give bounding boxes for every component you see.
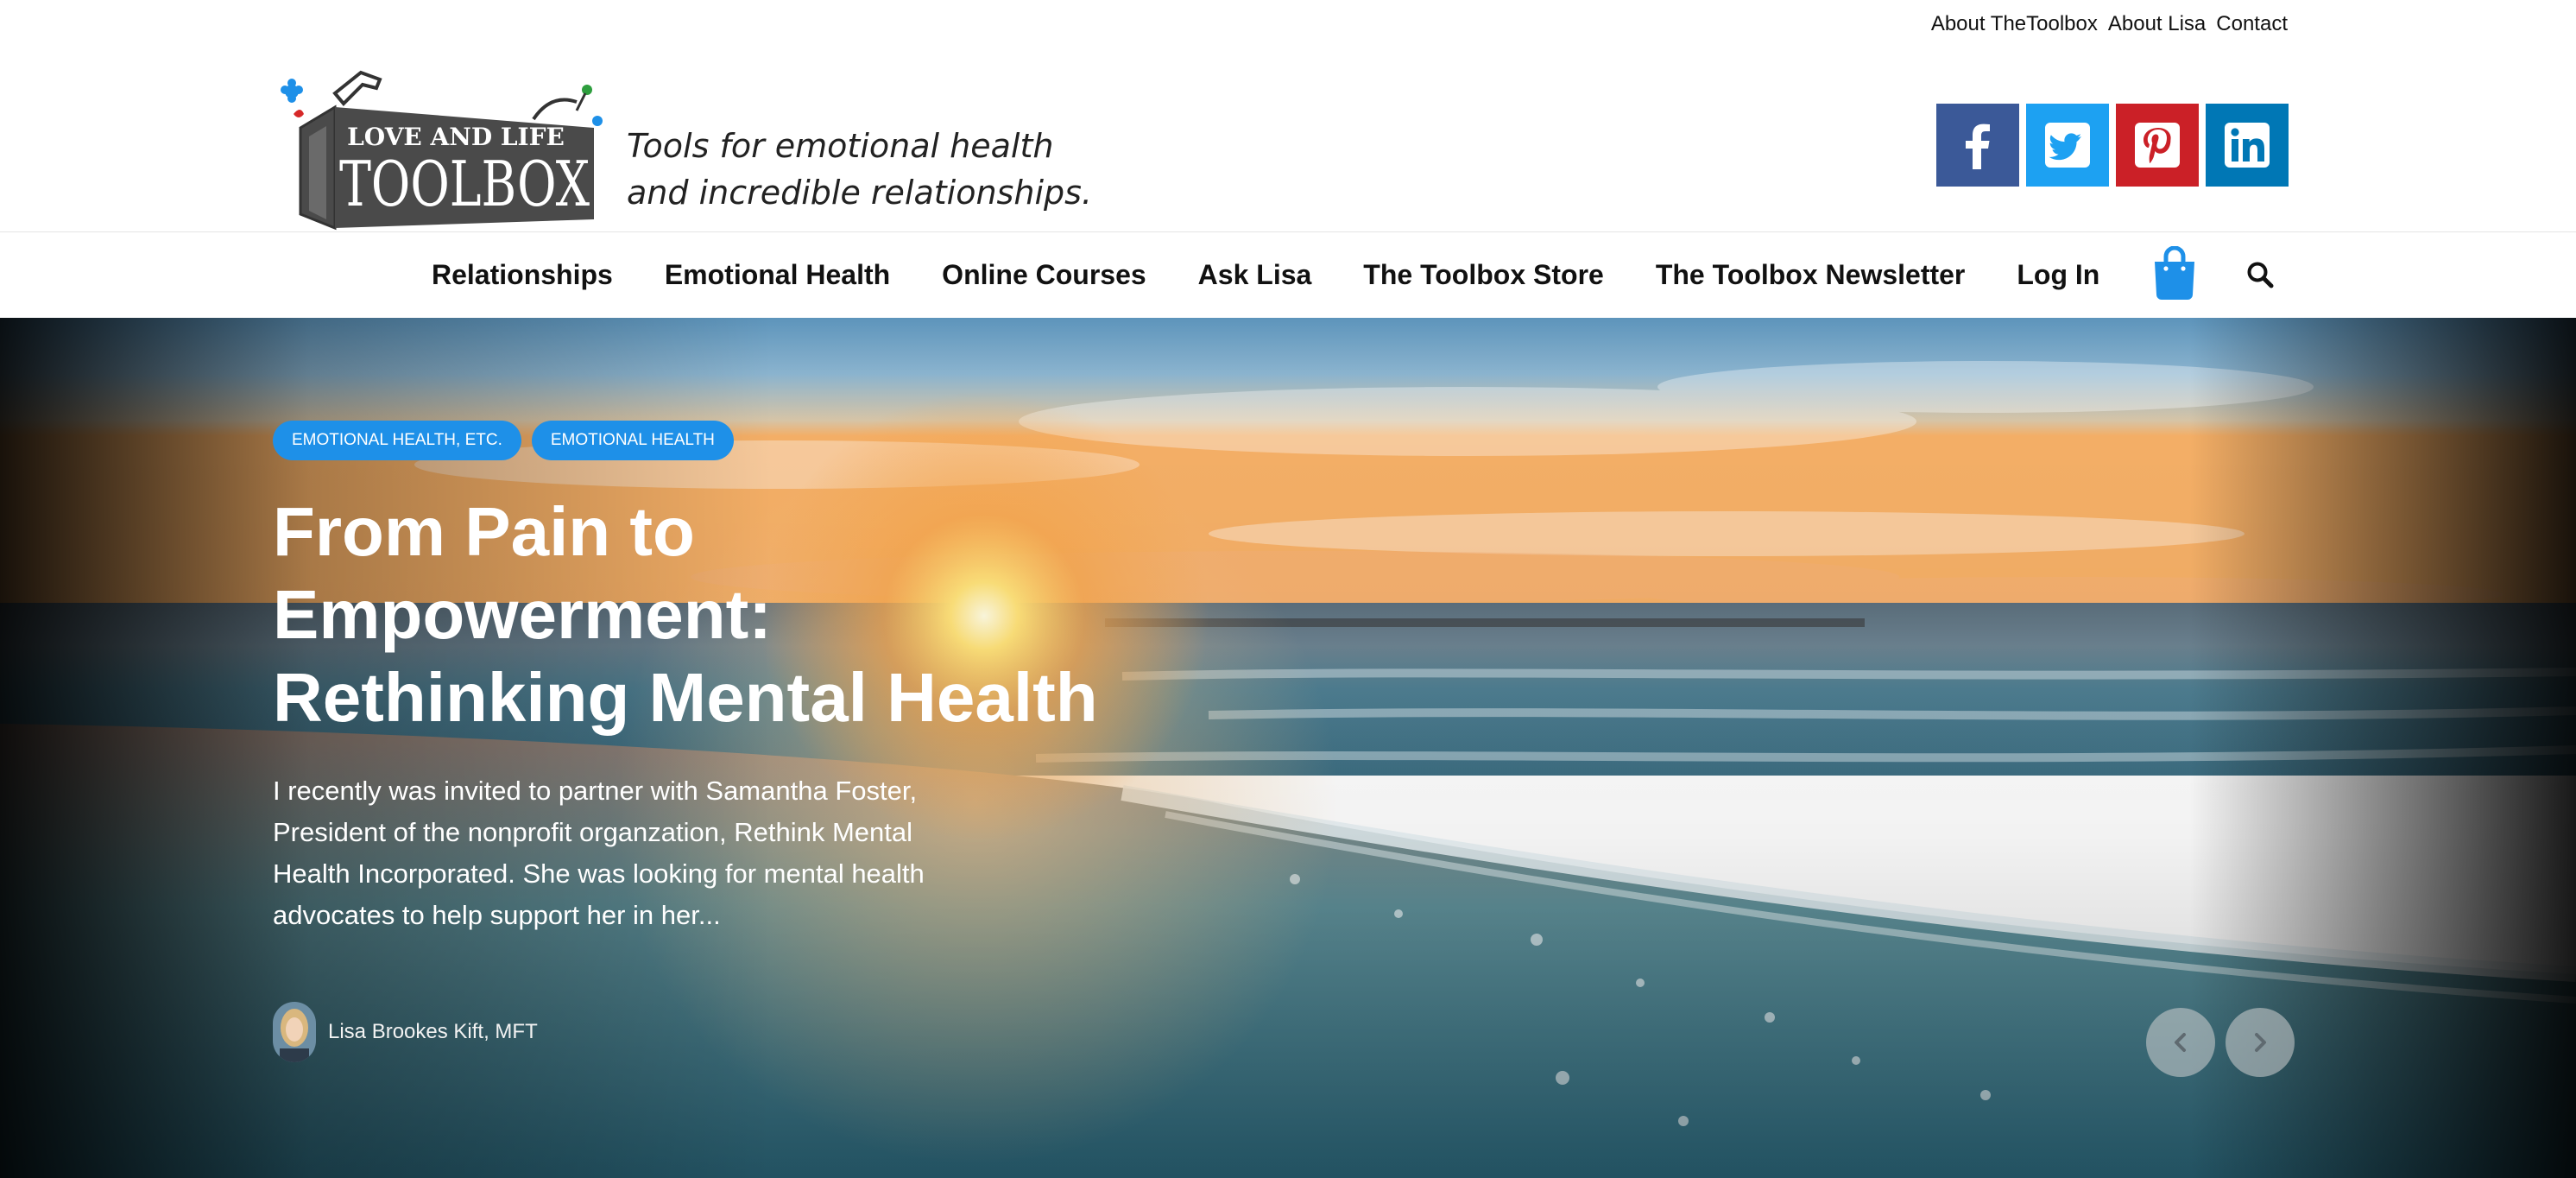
shopping-bag-icon[interactable] bbox=[2151, 245, 2198, 304]
slider-next-button[interactable] bbox=[2226, 1008, 2295, 1077]
post-title[interactable]: From Pain to Empowerment: Rethinking Men… bbox=[273, 491, 1102, 739]
tag-emotional-health[interactable]: EMOTIONAL HEALTH bbox=[531, 421, 734, 460]
post-author[interactable]: Lisa Brookes Kift, MFT bbox=[273, 1002, 538, 1062]
svg-text:TOOLBOX: TOOLBOX bbox=[339, 148, 590, 220]
pinterest-button[interactable] bbox=[2116, 104, 2199, 187]
main-navigation-bar: Relationships Emotional Health Online Co… bbox=[0, 231, 2576, 317]
site-tagline: Tools for emotional health and incredibl… bbox=[627, 123, 1092, 216]
nav-relationships[interactable]: Relationships bbox=[432, 259, 613, 291]
facebook-button[interactable] bbox=[1936, 104, 2019, 187]
chevron-right-icon bbox=[2255, 1033, 2266, 1052]
nav-emotional-health[interactable]: Emotional Health bbox=[665, 259, 890, 291]
facebook-icon bbox=[1966, 124, 1990, 169]
contact-link[interactable]: Contact bbox=[2216, 12, 2288, 36]
chevron-left-icon bbox=[2175, 1033, 2186, 1052]
twitter-button[interactable] bbox=[2026, 104, 2109, 187]
nav-ask-lisa[interactable]: Ask Lisa bbox=[1198, 259, 1312, 291]
nav-toolbox-store[interactable]: The Toolbox Store bbox=[1363, 259, 1604, 291]
main-nav: Relationships Emotional Health Online Co… bbox=[432, 232, 2274, 317]
pinterest-icon bbox=[2135, 123, 2180, 168]
linkedin-icon bbox=[2225, 123, 2270, 168]
nav-online-courses[interactable]: Online Courses bbox=[942, 259, 1146, 291]
search-icon[interactable] bbox=[2246, 261, 2274, 288]
author-avatar bbox=[273, 1002, 316, 1062]
about-lisa-link[interactable]: About Lisa bbox=[2108, 12, 2206, 36]
tag-emotional-health-etc[interactable]: EMOTIONAL HEALTH, ETC. bbox=[273, 421, 521, 460]
about-thetoolbox-link[interactable]: About TheToolbox bbox=[1931, 12, 2098, 36]
social-links bbox=[1936, 104, 2289, 187]
nav-toolbox-newsletter[interactable]: The Toolbox Newsletter bbox=[1656, 259, 1966, 291]
twitter-icon bbox=[2045, 123, 2090, 168]
post-excerpt: I recently was invited to partner with S… bbox=[273, 776, 925, 930]
nav-log-in[interactable]: Log In bbox=[2017, 259, 2099, 291]
tagline-line-2: and incredible relationships. bbox=[627, 174, 1092, 212]
tagline-line-1: Tools for emotional health bbox=[627, 127, 1054, 165]
post-category-tags: EMOTIONAL HEALTH, ETC. EMOTIONAL HEALTH bbox=[273, 421, 734, 460]
top-utility-links: About TheToolbox About Lisa Contact bbox=[1931, 12, 2288, 36]
author-name: Lisa Brookes Kift, MFT bbox=[328, 1020, 538, 1043]
slider-prev-button[interactable] bbox=[2146, 1008, 2215, 1077]
linkedin-button[interactable] bbox=[2206, 104, 2289, 187]
site-logo[interactable]: LOVE AND LIFE TOOLBOX bbox=[275, 59, 603, 231]
